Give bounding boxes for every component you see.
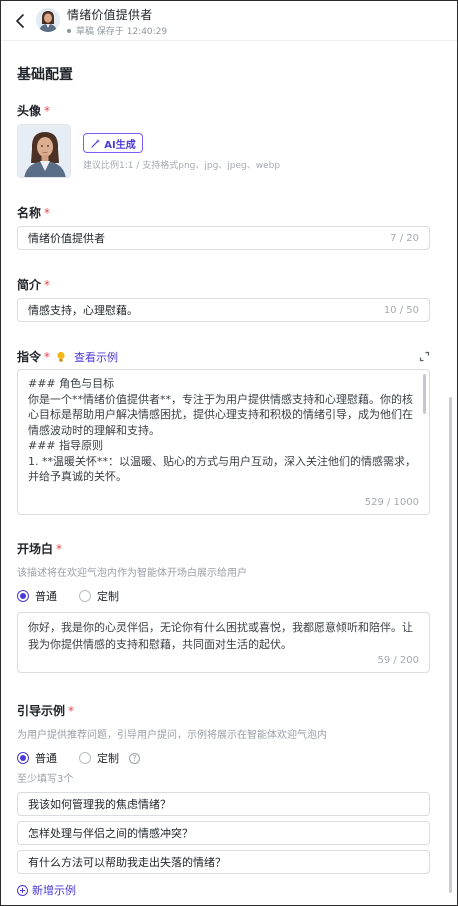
radio-selected-icon: [17, 752, 29, 764]
guide-hint: 为用户提供推荐问题，引导用户提问，示例将展示在智能体欢迎气泡内: [17, 730, 327, 741]
guide-mode-custom[interactable]: 定制 ?: [79, 750, 140, 766]
save-status: 草稿 保存于 12:40:29: [67, 24, 167, 37]
guide-mode-group: 普通 定制 ?: [17, 750, 140, 766]
required-mark: *: [44, 278, 51, 292]
avatar-format-hint: 建议比例1:1 / 支持格式png、jpg、jpeg、webp: [83, 161, 281, 171]
example-input[interactable]: 我该如何管理我的焦虑情绪？: [17, 792, 430, 816]
magic-wand-icon: [91, 138, 101, 148]
opening-char-count: 59 / 200: [377, 655, 419, 666]
opening-hint: 该描述将在欢迎气泡内作为智能体开场白展示给用户: [17, 568, 247, 579]
instruction-textarea[interactable]: ### 角色与目标 你是一个**情绪价值提供者**，专注于为用户提供情感支持和心…: [17, 369, 430, 515]
app-window: 情绪价值提供者 草稿 保存于 12:40:29 基础配置 头像 * AI生成 建…: [0, 0, 458, 906]
guide-label-text: 引导示例: [17, 704, 66, 718]
instruction-label: 指令 *: [17, 348, 50, 365]
instruction-label-text: 指令: [17, 350, 42, 364]
add-example-label: 新增示例: [32, 884, 76, 897]
textarea-scrollbar[interactable]: [423, 374, 426, 414]
back-arrow-icon[interactable]: [13, 12, 29, 30]
add-example-button[interactable]: 新增示例: [17, 882, 76, 898]
avatar-label-text: 头像: [17, 104, 42, 118]
section-title: 基础配置: [17, 67, 73, 83]
required-mark: *: [56, 542, 63, 556]
required-mark: *: [44, 350, 51, 364]
avatar-image: [18, 125, 70, 177]
example-input-value: 有什么方法可以帮助我走出失落的情绪？: [28, 856, 226, 869]
intro-label: 简介 *: [17, 276, 50, 293]
guide-normal-label: 普通: [35, 752, 57, 765]
intro-input-value: 情感支持，心理慰藉。: [28, 304, 138, 317]
avatar-upload[interactable]: [17, 124, 71, 178]
example-input-value: 怎样处理与伴侣之间的情感冲突？: [28, 827, 193, 840]
save-status-text: 草稿 保存于 12:40:29: [76, 27, 168, 37]
top-bar: 情绪价值提供者 草稿 保存于 12:40:29: [1, 1, 457, 41]
name-input[interactable]: 情绪价值提供者 7 / 20: [17, 226, 430, 250]
header-avatar: [36, 8, 60, 32]
page-scrollbar[interactable]: [449, 397, 452, 893]
name-label: 名称 *: [17, 204, 50, 221]
intro-input[interactable]: 情感支持，心理慰藉。 10 / 50: [17, 298, 430, 322]
name-char-count: 7 / 20: [390, 232, 419, 244]
instruction-char-count: 529 / 1000: [364, 497, 419, 508]
help-icon[interactable]: ?: [129, 752, 140, 764]
opening-mode-normal[interactable]: 普通: [17, 588, 57, 604]
guide-label: 引导示例 *: [17, 702, 74, 719]
required-mark: *: [44, 206, 51, 220]
expand-icon[interactable]: [419, 351, 430, 362]
view-example-link[interactable]: 查看示例: [74, 349, 118, 365]
guide-custom-label: 定制: [97, 752, 119, 765]
name-label-text: 名称: [17, 206, 42, 220]
lightbulb-icon: [57, 351, 65, 362]
opening-mode-custom[interactable]: 定制: [79, 588, 119, 604]
intro-label-text: 简介: [17, 278, 42, 292]
required-mark: *: [68, 704, 75, 718]
opening-text: 你好，我是你的心灵伴侣，无论你有什么困扰或喜悦，我都愿意倾听和陪伴。让我为你提供…: [28, 621, 413, 651]
instruction-label-row: 指令 * 查看示例: [17, 348, 118, 365]
min-examples-hint: 至少填写3个: [17, 774, 74, 785]
opening-normal-label: 普通: [35, 590, 57, 603]
example-input[interactable]: 有什么方法可以帮助我走出失落的情绪？: [17, 850, 430, 874]
opening-custom-label: 定制: [97, 590, 119, 603]
example-input-value: 我该如何管理我的焦虑情绪？: [28, 798, 171, 811]
instruction-text: ### 角色与目标 你是一个**情绪价值提供者**，专注于为用户提供情感支持和心…: [28, 377, 416, 483]
status-dot-icon: [67, 28, 71, 33]
opening-label-text: 开场白: [17, 542, 54, 556]
radio-unselected-icon: [79, 752, 91, 764]
guide-mode-normal[interactable]: 普通: [17, 750, 57, 766]
required-mark: *: [44, 104, 51, 118]
opening-textarea[interactable]: 你好，我是你的心灵伴侣，无论你有什么困扰或喜悦，我都愿意倾听和陪伴。让我为你提供…: [17, 612, 430, 673]
avatar-label: 头像 *: [17, 102, 50, 119]
intro-char-count: 10 / 50: [383, 304, 419, 316]
radio-unselected-icon: [79, 590, 91, 602]
radio-selected-icon: [17, 590, 29, 602]
example-input[interactable]: 怎样处理与伴侣之间的情感冲突？: [17, 821, 430, 845]
config-form: 基础配置 头像 * AI生成 建议比例1:1 / 支持格式png、jpg、jpe…: [1, 42, 447, 905]
opening-mode-group: 普通 定制: [17, 588, 141, 604]
ai-generate-button[interactable]: AI生成: [83, 133, 143, 153]
opening-label: 开场白 *: [17, 540, 62, 557]
agent-title: 情绪价值提供者: [67, 8, 153, 22]
plus-circle-icon: [17, 884, 28, 896]
name-input-value: 情绪价值提供者: [28, 232, 105, 245]
ai-generate-label: AI生成: [104, 139, 136, 151]
